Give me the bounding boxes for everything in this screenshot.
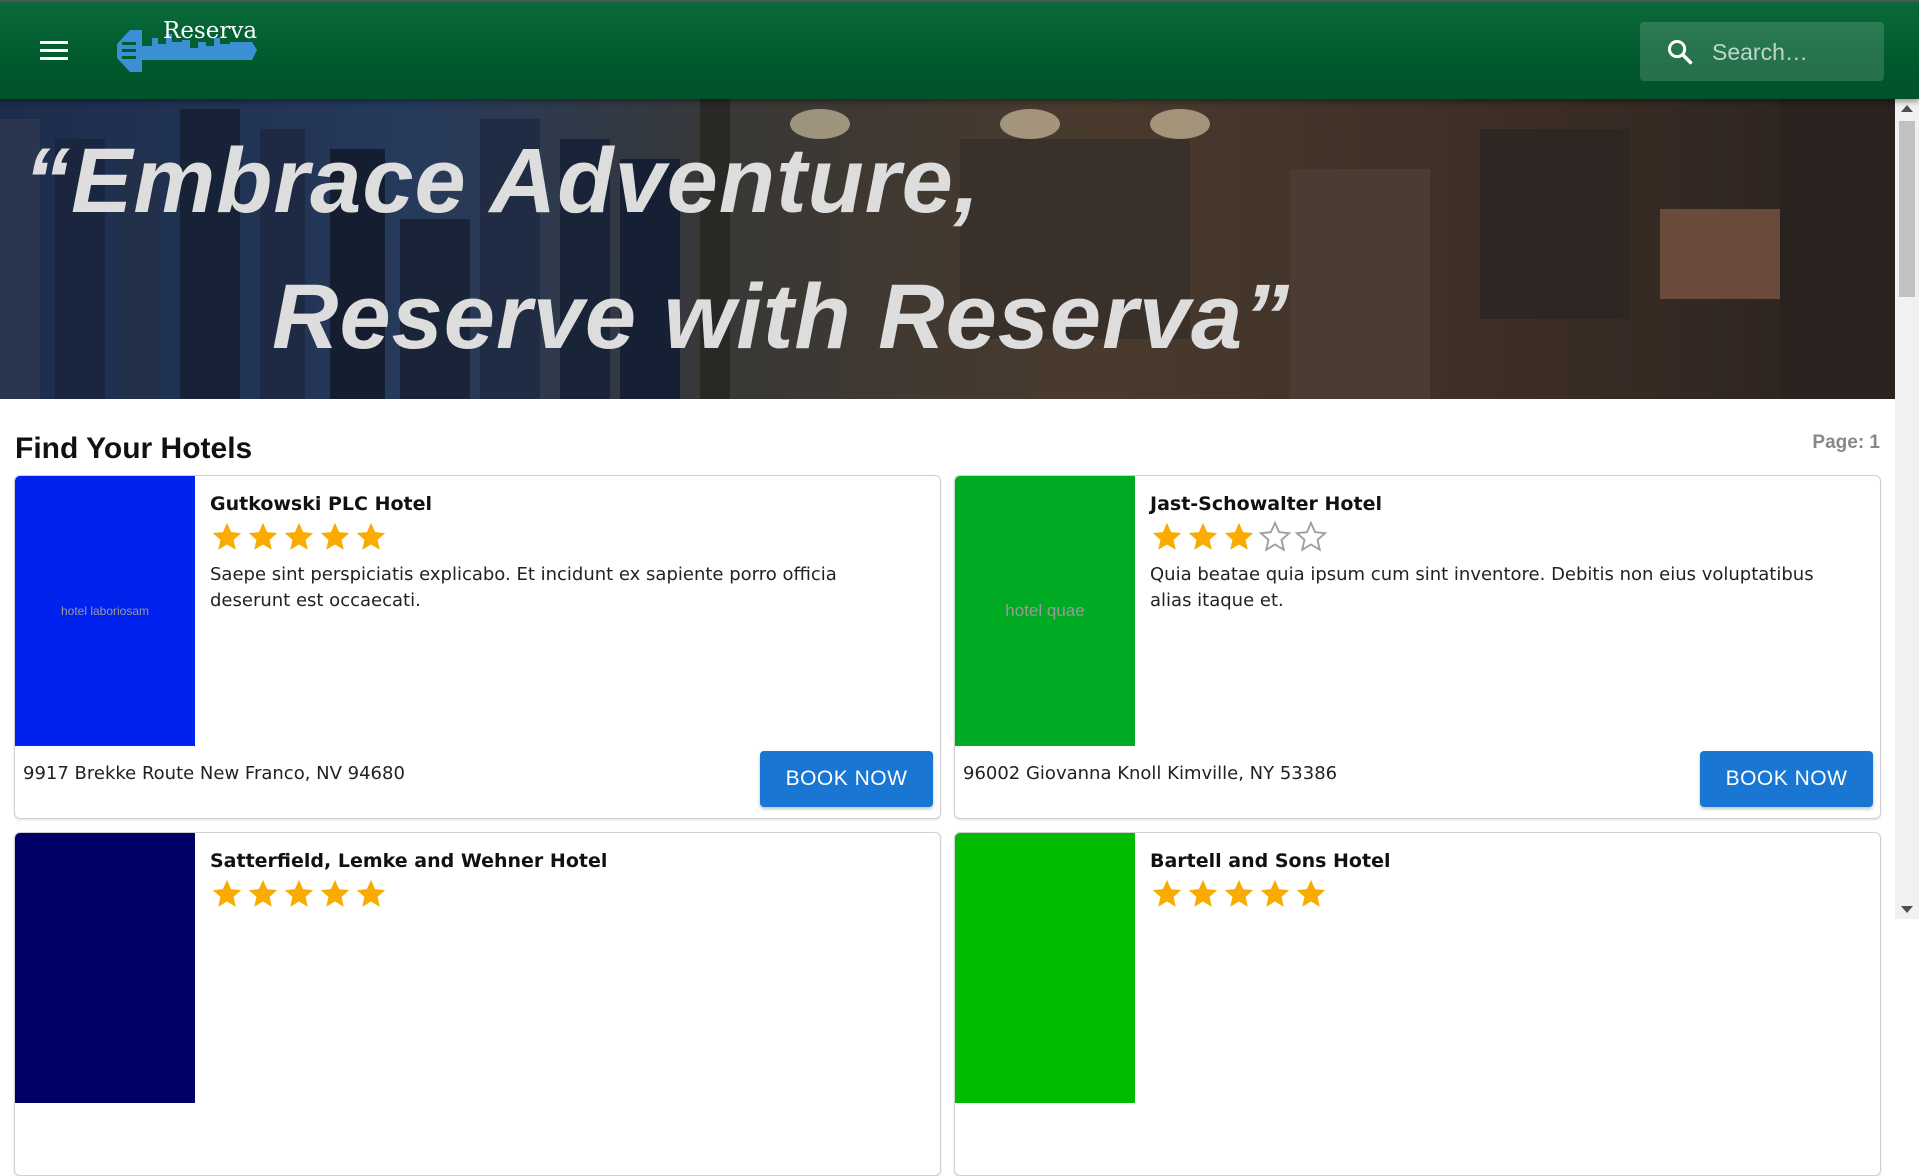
logo-text: Reserva: [163, 18, 258, 44]
menu-icon[interactable]: [36, 32, 72, 68]
hotel-image: hotel laboriosam: [15, 476, 195, 746]
star-rating: [1150, 877, 1330, 911]
page-indicator: Page: 1: [1812, 432, 1880, 453]
star-filled-icon: [248, 522, 278, 550]
star-filled-icon: [1152, 879, 1182, 907]
hotel-card: hotel laboriosam Gutkowski PLC Hotel Sae…: [14, 475, 941, 819]
star-empty-icon: [1258, 520, 1292, 552]
search-input[interactable]: [1710, 32, 1874, 72]
hotel-image: [955, 833, 1135, 1103]
hero-quote-line2: Reserve with Reserva”: [272, 266, 1291, 368]
star-filled-icon: [356, 879, 386, 907]
star-filled-icon: [1296, 879, 1326, 907]
page-scrollbar[interactable]: [1895, 99, 1919, 919]
hotel-address: 9917 Brekke Route New Franco, NV 94680: [23, 763, 405, 784]
scrollbar-thumb[interactable]: [1899, 121, 1915, 297]
star-filled-icon: [320, 522, 350, 550]
star-filled-icon: [284, 522, 314, 550]
hotel-image: hotel quae: [955, 476, 1135, 746]
hotel-name: Bartell and Sons Hotel: [1150, 850, 1391, 872]
hotel-description: Quia beatae quia ipsum cum sint inventor…: [1150, 564, 1814, 611]
star-filled-icon: [356, 522, 386, 550]
hotel-card: Satterfield, Lemke and Wehner Hotel: [14, 832, 941, 1176]
star-filled-icon: [320, 879, 350, 907]
hotel-description: Saepe sint perspiciatis explicabo. Et in…: [210, 564, 837, 611]
book-now-button[interactable]: BOOK NOW: [760, 751, 933, 807]
star-filled-icon: [248, 879, 278, 907]
search-icon: [1667, 39, 1693, 65]
star-filled-icon: [284, 879, 314, 907]
scroll-up-icon[interactable]: [1901, 105, 1913, 112]
star-filled-icon: [1188, 522, 1218, 550]
hotel-card: Bartell and Sons Hotel: [954, 832, 1881, 1176]
scroll-down-icon[interactable]: [1901, 906, 1913, 913]
app-bar: Reserva: [0, 2, 1919, 99]
star-filled-icon: [1224, 522, 1254, 550]
star-rating: [210, 877, 390, 911]
hotel-name: Jast-Schowalter Hotel: [1150, 493, 1382, 515]
hotel-name: Gutkowski PLC Hotel: [210, 493, 433, 515]
star-rating: [210, 520, 390, 554]
star-filled-icon: [1224, 879, 1254, 907]
hotel-card: hotel quae Jast-Schowalter Hotel Quia be…: [954, 475, 1881, 819]
page-title: Find Your Hotels: [15, 432, 253, 465]
hotel-address: 96002 Giovanna Knoll Kimville, NY 53386: [963, 763, 1338, 784]
search-box[interactable]: [1640, 22, 1884, 81]
star-filled-icon: [212, 522, 242, 550]
hero-quote-line1: “Embrace Adventure,: [24, 130, 981, 232]
hotel-image: [15, 833, 195, 1103]
star-filled-icon: [1152, 522, 1182, 550]
hotel-name: Satterfield, Lemke and Wehner Hotel: [210, 850, 608, 872]
star-filled-icon: [1260, 879, 1290, 907]
star-filled-icon: [1188, 879, 1218, 907]
star-filled-icon: [212, 879, 242, 907]
star-empty-icon: [1294, 520, 1328, 552]
hero-banner: “Embrace Adventure, Reserve with Reserva…: [0, 99, 1895, 399]
book-now-button[interactable]: BOOK NOW: [1700, 751, 1873, 807]
star-rating: [1150, 520, 1330, 554]
